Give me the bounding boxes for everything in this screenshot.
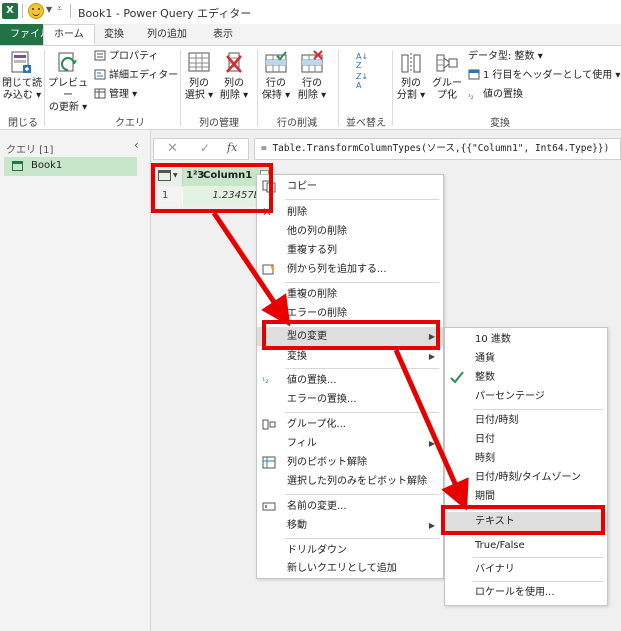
arrow-to-text-type xyxy=(393,348,469,511)
arrow-to-change-type xyxy=(211,211,291,327)
annotation-arrows xyxy=(211,211,469,511)
